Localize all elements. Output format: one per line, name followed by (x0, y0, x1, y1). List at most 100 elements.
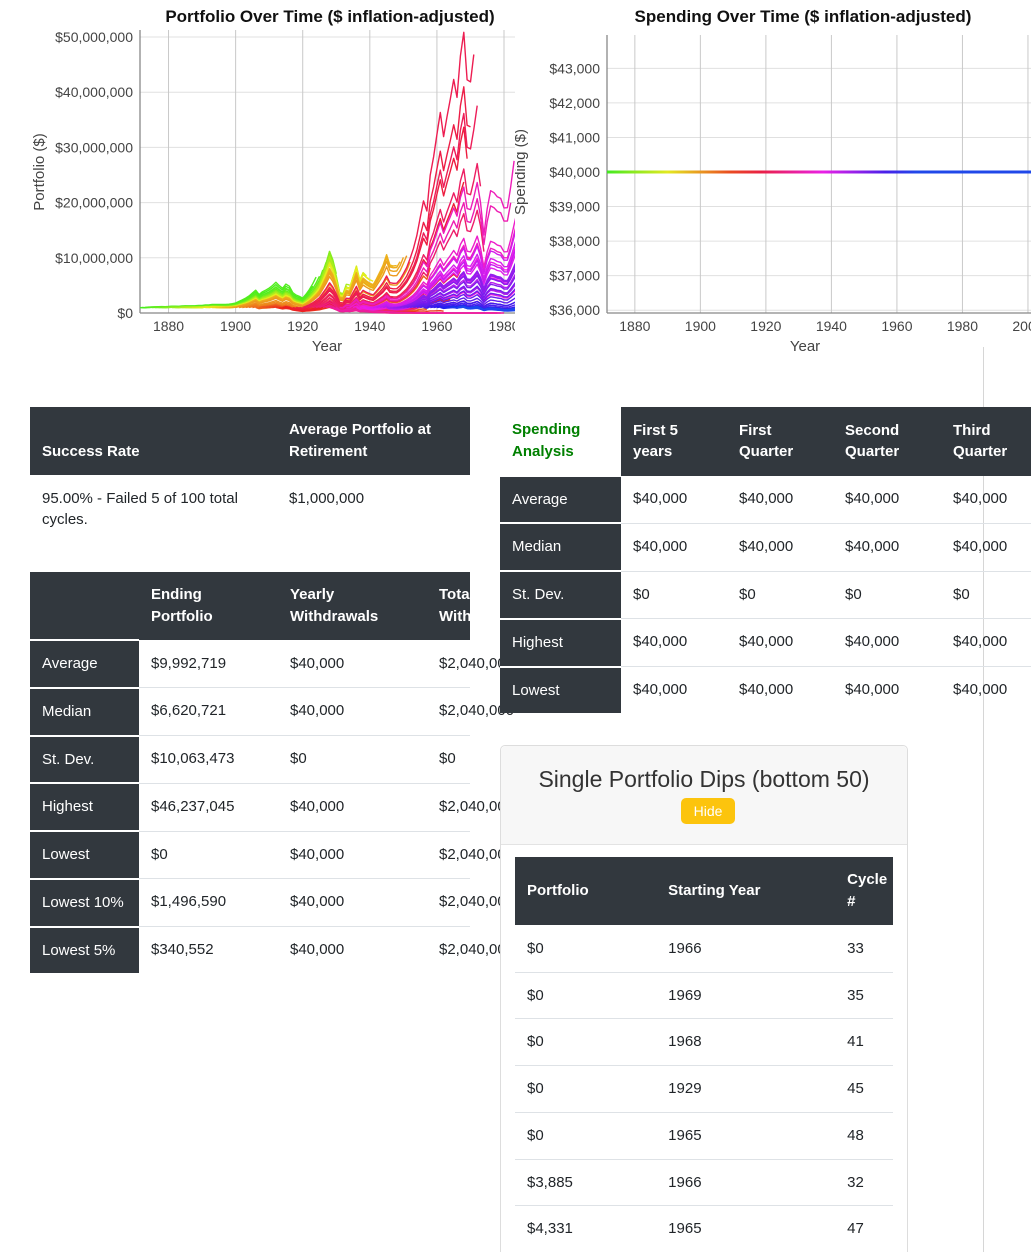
cell-value: $0 (515, 925, 656, 972)
avg-portfolio-value: $1,000,000 (277, 475, 470, 543)
cell-value: 47 (835, 1206, 893, 1252)
ending-portfolio-header: Ending Portfolio (139, 572, 278, 640)
cell-value: $40,000 (621, 619, 727, 667)
table-row: $0196841 (515, 1019, 893, 1066)
svg-text:$36,000: $36,000 (549, 302, 600, 318)
table-row: Lowest$40,000$40,000$40,000$40,000$40,00… (500, 667, 1031, 714)
row-label: Lowest (30, 831, 139, 879)
row-label: Highest (30, 783, 139, 831)
dips-panel-body: Portfolio Starting Year Cycle # $0196633… (501, 845, 907, 1252)
cell-value: $9,992,719 (139, 640, 278, 688)
table-row: Highest$40,000$40,000$40,000$40,000$40,0… (500, 619, 1031, 667)
cell-value: 45 (835, 1066, 893, 1113)
svg-text:1940: 1940 (354, 318, 385, 334)
svg-text:$39,000: $39,000 (549, 199, 600, 215)
cell-value: $40,000 (278, 783, 427, 831)
cell-value: $0 (427, 736, 470, 784)
table-row: Average$40,000$40,000$40,000$40,000$40,0… (500, 476, 1031, 524)
cell-value: $40,000 (727, 667, 833, 714)
svg-text:1980: 1980 (488, 318, 515, 334)
svg-text:Portfolio Over Time ($ inflati: Portfolio Over Time ($ inflation-adjuste… (165, 7, 494, 26)
svg-text:1920: 1920 (750, 318, 781, 334)
portfolio-dips-table: Portfolio Starting Year Cycle # $0196633… (515, 857, 893, 1252)
spending-over-time-chart: $36,000$37,000$38,000$39,000$40,000$41,0… (515, 0, 1031, 360)
table-row: Lowest$0$40,000$2,040,000 (30, 831, 470, 879)
table-row: Highest$46,237,045$40,000$2,040,000 (30, 783, 470, 831)
cell-value: $2,040,000 (427, 688, 470, 736)
cell-value: $0 (941, 571, 1031, 619)
table-row: $0192945 (515, 1066, 893, 1113)
svg-text:$10,000,000: $10,000,000 (55, 250, 133, 266)
starting-year-header: Starting Year (656, 857, 835, 925)
svg-text:$40,000,000: $40,000,000 (55, 84, 133, 100)
blank-header (30, 572, 139, 640)
svg-text:$37,000: $37,000 (549, 268, 600, 284)
cell-value: $40,000 (621, 523, 727, 571)
table-row: Median$40,000$40,000$40,000$40,000$40,00… (500, 523, 1031, 571)
cell-value: $0 (515, 972, 656, 1019)
table-row: St. Dev.$10,063,473$0$0 (30, 736, 470, 784)
cell-value: $40,000 (278, 688, 427, 736)
cell-value: $40,000 (621, 476, 727, 524)
table-row: St. Dev.$0$0$0$0$0 (500, 571, 1031, 619)
table-row: $0196548 (515, 1112, 893, 1159)
svg-text:Spending Over Time ($ inflatio: Spending Over Time ($ inflation-adjusted… (635, 7, 972, 26)
spending-analysis-table: Spending Analysis First 5 years First Qu… (500, 407, 1031, 713)
portfolio-header: Portfolio (515, 857, 656, 925)
first-quarter-header: First Quarter (727, 407, 833, 476)
svg-text:1880: 1880 (153, 318, 184, 334)
svg-text:1940: 1940 (816, 318, 847, 334)
row-label: St. Dev. (30, 736, 139, 784)
dips-panel-title: Single Portfolio Dips (bottom 50) (538, 766, 869, 792)
cell-value: $40,000 (278, 831, 427, 879)
row-label: Average (500, 476, 621, 524)
svg-text:Portfolio ($): Portfolio ($) (31, 133, 48, 211)
cell-value: $2,040,000 (427, 831, 470, 879)
cell-value: 48 (835, 1112, 893, 1159)
row-label: Average (30, 640, 139, 688)
table-header-row: Spending Analysis First 5 years First Qu… (500, 407, 1031, 476)
cell-value: 1929 (656, 1066, 835, 1113)
cell-value: 1965 (656, 1112, 835, 1159)
svg-text:1900: 1900 (220, 318, 251, 334)
cell-value: 33 (835, 925, 893, 972)
cell-value: $0 (515, 1019, 656, 1066)
cell-value: $40,000 (833, 476, 941, 524)
cell-value: $0 (515, 1066, 656, 1113)
table-row: $3,885196632 (515, 1159, 893, 1206)
success-rate-value: 95.00% - Failed 5 of 100 total cycles. (30, 475, 277, 543)
row-label: Median (500, 523, 621, 571)
fire-calculator-page: $0$10,000,000$20,000,000$30,000,000$40,0… (0, 0, 1031, 1252)
cell-value: $40,000 (727, 619, 833, 667)
svg-text:$43,000: $43,000 (549, 60, 600, 76)
cell-value: $2,040,000 (427, 783, 470, 831)
svg-text:Year: Year (790, 338, 820, 355)
total-withdrawals-header: Total Withdrawals (427, 572, 470, 640)
table-header-row: Portfolio Starting Year Cycle # (515, 857, 893, 925)
single-portfolio-dips-panel: Single Portfolio Dips (bottom 50) Hide P… (500, 745, 908, 1252)
cell-value: $0 (833, 571, 941, 619)
first-5-years-header: First 5 years (621, 407, 727, 476)
cell-value: $40,000 (727, 523, 833, 571)
svg-text:$20,000,000: $20,000,000 (55, 195, 133, 211)
cell-value: $40,000 (278, 640, 427, 688)
cell-value: $3,885 (515, 1159, 656, 1206)
svg-text:$41,000: $41,000 (549, 129, 600, 145)
hide-button[interactable]: Hide (681, 798, 736, 824)
table-row: 95.00% - Failed 5 of 100 total cycles. $… (30, 475, 470, 543)
svg-text:Spending ($): Spending ($) (515, 129, 529, 215)
cell-value: $40,000 (941, 667, 1031, 714)
table-row: $0196633 (515, 925, 893, 972)
cell-value: $1,496,590 (139, 879, 278, 927)
svg-text:2000: 2000 (1012, 318, 1031, 334)
table-row: Lowest 5%$340,552$40,000$2,040,000 (30, 927, 470, 974)
cell-value: $40,000 (621, 667, 727, 714)
table-row: Median$6,620,721$40,000$2,040,000 (30, 688, 470, 736)
cell-value: $0 (139, 831, 278, 879)
cell-value: 1969 (656, 972, 835, 1019)
cell-value: $2,040,000 (427, 879, 470, 927)
svg-text:1960: 1960 (421, 318, 452, 334)
svg-text:1900: 1900 (685, 318, 716, 334)
table-header-row: Success Rate Average Portfolio at Retire… (30, 407, 470, 475)
row-label: St. Dev. (500, 571, 621, 619)
